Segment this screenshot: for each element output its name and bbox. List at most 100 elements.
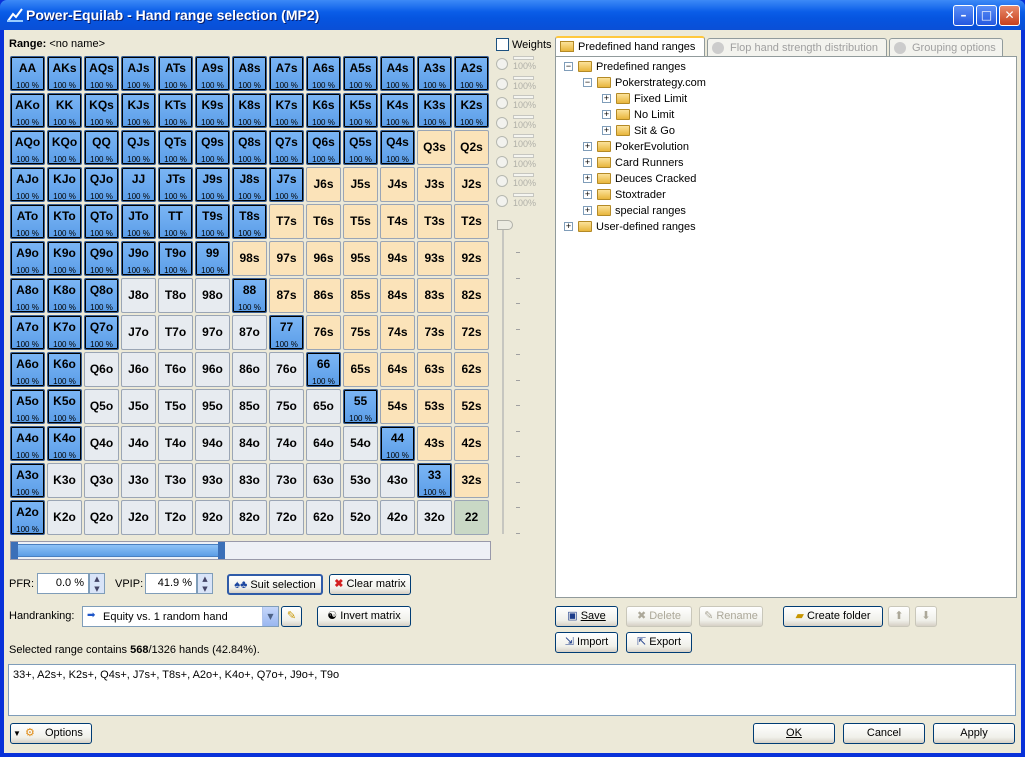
- hand-cell[interactable]: T5o: [158, 389, 193, 424]
- hand-cell[interactable]: 42o: [380, 500, 415, 535]
- hand-cell[interactable]: AA 100 %: [10, 56, 45, 91]
- hand-cell[interactable]: T7s: [269, 204, 304, 239]
- hand-cell[interactable]: K4o 100 %: [47, 426, 82, 461]
- tree-node[interactable]: + No Limit: [556, 107, 1016, 123]
- hand-cell[interactable]: Q7s 100 %: [269, 130, 304, 165]
- pfr-input[interactable]: 0.0 %: [37, 573, 89, 594]
- hand-cell[interactable]: 85s: [343, 278, 378, 313]
- vpip-spinner[interactable]: ▲ ▼: [197, 573, 213, 594]
- hand-cell[interactable]: K7s 100 %: [269, 93, 304, 128]
- hand-cell[interactable]: 53s: [417, 389, 452, 424]
- hand-cell[interactable]: 84s: [380, 278, 415, 313]
- hand-cell[interactable]: 43o: [380, 463, 415, 498]
- hand-cell[interactable]: K2o: [47, 500, 82, 535]
- hand-cell[interactable]: 54o: [343, 426, 378, 461]
- hand-cell[interactable]: J3s: [417, 167, 452, 202]
- hand-cell[interactable]: T9s 100 %: [195, 204, 230, 239]
- import-button[interactable]: ⇲ Import: [555, 632, 618, 653]
- expand-icon[interactable]: +: [602, 110, 611, 119]
- weight-row[interactable]: 100%: [496, 95, 546, 113]
- hand-cell[interactable]: T5s: [343, 204, 378, 239]
- weight-radio[interactable]: [496, 194, 508, 207]
- hand-cell[interactable]: K2s 100 %: [454, 93, 489, 128]
- hand-cell[interactable]: AQs 100 %: [84, 56, 119, 91]
- hand-cell[interactable]: A6o 100 %: [10, 352, 45, 387]
- weight-row[interactable]: 100%: [496, 173, 546, 191]
- hand-cell[interactable]: A8o 100 %: [10, 278, 45, 313]
- weight-row[interactable]: 100%: [496, 134, 546, 152]
- hand-cell[interactable]: 72s: [454, 315, 489, 350]
- range-text-area[interactable]: 33+, A2s+, K2s+, Q4s+, J7s+, T8s+, A2o+,…: [8, 664, 1016, 716]
- hand-cell[interactable]: J4o: [121, 426, 156, 461]
- hand-cell[interactable]: A5s 100 %: [343, 56, 378, 91]
- suit-selection-button[interactable]: ♠♣ Suit selection: [227, 574, 323, 595]
- hand-cell[interactable]: T2o: [158, 500, 193, 535]
- hand-cell[interactable]: A3o 100 %: [10, 463, 45, 498]
- tab-predefined-hand-ranges[interactable]: Predefined hand ranges: [555, 36, 705, 58]
- weight-row[interactable]: 100%: [496, 75, 546, 94]
- hand-cell[interactable]: 84o: [232, 426, 267, 461]
- hand-cell[interactable]: 95s: [343, 241, 378, 276]
- tree-node[interactable]: − Predefined ranges: [556, 59, 1016, 75]
- hand-cell[interactable]: JTs 100 %: [158, 167, 193, 202]
- hand-cell[interactable]: Q2s: [454, 130, 489, 165]
- hand-cell[interactable]: 94o: [195, 426, 230, 461]
- hand-cell[interactable]: K5s 100 %: [343, 93, 378, 128]
- hand-cell[interactable]: 66 100 %: [306, 352, 341, 387]
- hand-cell[interactable]: 65s: [343, 352, 378, 387]
- rename-button[interactable]: ✎ Rename: [699, 606, 763, 627]
- hand-cell[interactable]: T4o: [158, 426, 193, 461]
- hand-cell[interactable]: Q7o 100 %: [84, 315, 119, 350]
- hand-cell[interactable]: 62s: [454, 352, 489, 387]
- maximize-button[interactable]: □: [976, 5, 997, 26]
- expand-icon[interactable]: +: [583, 190, 592, 199]
- tab-flop-hand-strength-distribution[interactable]: Flop hand strength distribution: [707, 38, 887, 58]
- hand-cell[interactable]: A5o 100 %: [10, 389, 45, 424]
- hand-cell[interactable]: T6o: [158, 352, 193, 387]
- expand-icon[interactable]: +: [583, 206, 592, 215]
- hand-cell[interactable]: 64o: [306, 426, 341, 461]
- hand-cell[interactable]: J8s 100 %: [232, 167, 267, 202]
- weight-row[interactable]: 100%: [496, 56, 546, 74]
- hand-cell[interactable]: K6o 100 %: [47, 352, 82, 387]
- chevron-down-icon[interactable]: ▼: [262, 607, 278, 626]
- hand-cell[interactable]: Q5o: [84, 389, 119, 424]
- hand-cell[interactable]: 33 100 %: [417, 463, 452, 498]
- hand-cell[interactable]: K8o 100 %: [47, 278, 82, 313]
- range-slider-left-handle[interactable]: [11, 542, 18, 559]
- hand-cell[interactable]: 96o: [195, 352, 230, 387]
- hand-cell[interactable]: 87s: [269, 278, 304, 313]
- range-slider[interactable]: [10, 541, 491, 560]
- move-down-button[interactable]: ⬇: [915, 606, 937, 627]
- hand-cell[interactable]: Q9s 100 %: [195, 130, 230, 165]
- hand-cell[interactable]: 92o: [195, 500, 230, 535]
- hand-cell[interactable]: JJ 100 %: [121, 167, 156, 202]
- hand-cell[interactable]: 99 100 %: [195, 241, 230, 276]
- weight-radio[interactable]: [496, 58, 508, 70]
- hand-cell[interactable]: A2o 100 %: [10, 500, 45, 535]
- hand-cell[interactable]: 92s: [454, 241, 489, 276]
- tree-node[interactable]: + Fixed Limit: [556, 91, 1016, 107]
- hand-cell[interactable]: 52o: [343, 500, 378, 535]
- expand-icon[interactable]: +: [583, 158, 592, 167]
- hand-cell[interactable]: T8o: [158, 278, 193, 313]
- hand-cell[interactable]: 95o: [195, 389, 230, 424]
- hand-cell[interactable]: Q9o 100 %: [84, 241, 119, 276]
- hand-cell[interactable]: Q6s 100 %: [306, 130, 341, 165]
- hand-cell[interactable]: KQo 100 %: [47, 130, 82, 165]
- apply-button[interactable]: Apply: [933, 723, 1015, 744]
- hand-cell[interactable]: A7o 100 %: [10, 315, 45, 350]
- hand-cell[interactable]: QTs 100 %: [158, 130, 193, 165]
- hand-cell[interactable]: QTo 100 %: [84, 204, 119, 239]
- hand-cell[interactable]: AKo 100 %: [10, 93, 45, 128]
- hand-cell[interactable]: KK 100 %: [47, 93, 82, 128]
- hand-cell[interactable]: 94s: [380, 241, 415, 276]
- hand-cell[interactable]: K9s 100 %: [195, 93, 230, 128]
- hand-cell[interactable]: Q2o: [84, 500, 119, 535]
- weight-radio[interactable]: [496, 77, 508, 90]
- hand-cell[interactable]: J3o: [121, 463, 156, 498]
- hand-cell[interactable]: 96s: [306, 241, 341, 276]
- move-up-button[interactable]: ⬆: [888, 606, 910, 627]
- hand-cell[interactable]: KTs 100 %: [158, 93, 193, 128]
- hand-cell[interactable]: T8s 100 %: [232, 204, 267, 239]
